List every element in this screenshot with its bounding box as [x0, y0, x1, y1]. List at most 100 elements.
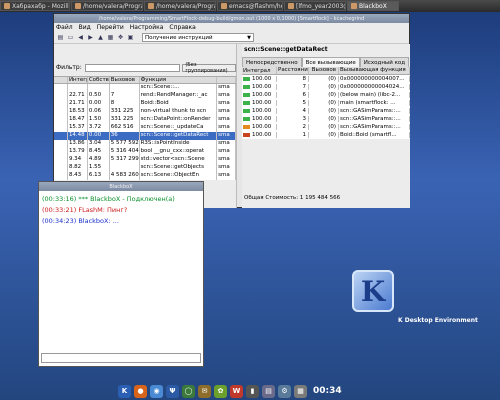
- folder-icon: [75, 3, 81, 9]
- message-input[interactable]: [41, 353, 201, 363]
- kmenu-icon[interactable]: K: [118, 384, 131, 398]
- table-row[interactable]: 9.34 4.89 5 317 299 std::vector<scn::Scene s…: [54, 156, 237, 164]
- table-row[interactable]: 18.53 0.06 331 225 non-virtual thunk to scn…: [54, 108, 237, 116]
- tab-all-callers[interactable]: Все вызывающие: [301, 57, 360, 67]
- filter-row: Фильтр: (Без группирования): [54, 62, 236, 74]
- table-row[interactable]: 100.00 4 (0) scn::GASimParams::...: [242, 107, 410, 115]
- menu-file[interactable]: Файл: [56, 24, 73, 31]
- taskbar-task[interactable]: [lfmo_year2003@conf: [284, 1, 346, 11]
- up-icon[interactable]: ▲: [96, 33, 105, 42]
- fork-icon[interactable]: Ψ: [166, 384, 179, 398]
- table-cell: 8: [277, 76, 309, 82]
- table-row[interactable]: 21.71 0.00 8 Boid::Boid sma: [54, 100, 237, 108]
- table-row[interactable]: 8.43 6.13 4 583 260 scn::Scene::ObjectEn sma: [54, 172, 237, 180]
- taskbar-task[interactable]: Хабрахабр - Mozilla Fir: [0, 1, 70, 11]
- col-header-distance[interactable]: Расстояние: [277, 67, 309, 74]
- tab-source[interactable]: Исходный код: [359, 57, 410, 67]
- back-icon[interactable]: ◀: [76, 33, 85, 42]
- clock[interactable]: 00:34: [313, 386, 342, 396]
- table-cell: 1: [277, 132, 309, 138]
- menu-go[interactable]: Перейти: [97, 24, 124, 31]
- table-row[interactable]: 100.00 2 (0) scn::GASimParams::...: [242, 123, 410, 131]
- caller-table-body: 100.00 8 (0) 0x000000000004007... 100.00 7 (0)…: [242, 75, 410, 139]
- filter-input[interactable]: [84, 63, 181, 72]
- table-row[interactable]: 15.37 3.72 662 516 scn::Scene::_updateCa sma: [54, 124, 237, 132]
- table-cell: 0x000000000004024...: [339, 84, 410, 90]
- layout-icon[interactable]: ▦: [106, 33, 115, 42]
- col-header-integral[interactable]: Интеграл: [242, 67, 277, 74]
- folder-icon[interactable]: ▭: [66, 33, 75, 42]
- col-header-self[interactable]: Собств: [88, 77, 110, 83]
- taskbar-task[interactable]: BlackboX: [347, 1, 399, 11]
- col-header-function[interactable]: Функция: [140, 77, 218, 83]
- open-icon[interactable]: ▤: [56, 33, 65, 42]
- detail-tabs: Непосредственно Все вызывающие Исходный …: [242, 57, 410, 67]
- settings-icon[interactable]: ⚙: [278, 384, 291, 398]
- move-icon[interactable]: ✥: [116, 33, 125, 42]
- table-cell: (0): [309, 108, 339, 114]
- table-cell: scn::GASimParams::...: [339, 116, 410, 122]
- menu-help[interactable]: Справка: [169, 24, 195, 31]
- blackbox-title[interactable]: BlackboX: [39, 182, 203, 191]
- table-cell: [54, 156, 68, 164]
- table-cell: sma: [217, 108, 237, 116]
- table-cell: 100.00: [242, 132, 277, 138]
- taskbar-task[interactable]: emacs@flashm/home: [217, 1, 283, 11]
- table-row[interactable]: 100.00 5 (0) main (smartflock: ...: [242, 99, 410, 107]
- forward-icon[interactable]: ▶: [86, 33, 95, 42]
- table-cell: 0.06: [88, 108, 110, 116]
- table-row[interactable]: 100.00 1 (0) Boid::Boid (smartfl...: [242, 131, 410, 139]
- table-row[interactable]: 100.00 6 (0) (below main) (libc-2...: [242, 91, 410, 99]
- window-title[interactable]: /home/valera/Programming/SmartFlock-debu…: [54, 14, 409, 23]
- table-row[interactable]: 100.00 3 (0) scn::GASimParams::...: [242, 115, 410, 123]
- table-row[interactable]: 100.00 7 (0) 0x000000000004024...: [242, 83, 410, 91]
- table-cell: (0): [309, 92, 339, 98]
- table-row[interactable]: 8.82 1.55 scn::Scene::getObjects sma: [54, 164, 237, 172]
- chat-icon[interactable]: ✿: [214, 384, 227, 398]
- menu-settings[interactable]: Настройка: [130, 24, 164, 31]
- workspace-icon[interactable]: ▦: [294, 384, 307, 398]
- table-cell: scn::Scene::_updateCa: [140, 124, 218, 132]
- table-row[interactable]: 14.48 0.00 36 scn::Scene::getDataRect sma: [54, 132, 237, 140]
- table-cell: 100.00: [242, 124, 277, 130]
- event-type-combo[interactable]: Получение инструкций ▼: [142, 33, 254, 42]
- terminal-icon[interactable]: ▮: [246, 384, 259, 398]
- col-header-location[interactable]: [217, 77, 237, 83]
- taskbar-task[interactable]: /home/valera/Program: [71, 1, 143, 11]
- status-bar: Общая Стоимость: 1 195 484 566: [244, 195, 341, 201]
- col-header-inclusive[interactable]: Интегра: [68, 77, 88, 83]
- table-cell: std::vector<scn::Scene: [140, 156, 218, 164]
- browser-icon[interactable]: ◉: [150, 384, 163, 398]
- table-cell: [54, 164, 68, 172]
- search-icon[interactable]: ◯: [182, 384, 195, 398]
- zoom-icon[interactable]: ▣: [126, 33, 135, 42]
- table-cell: non-virtual thunk to scn: [140, 108, 218, 116]
- cost-value: 100.00: [252, 116, 272, 122]
- chat-log: (00:33:16) *** BlackboX - Подключен(а) (0…: [39, 191, 203, 230]
- table-cell: bool __gnu_cxx::operat: [140, 148, 218, 156]
- grouping-button[interactable]: (Без группирования): [182, 62, 236, 74]
- table-row[interactable]: 22.71 0.50 7 rend::RendManager::_ac sma: [54, 92, 237, 100]
- mail-icon[interactable]: ✉: [198, 384, 211, 398]
- table-row[interactable]: 13.79 8.45 5 316 404 bool __gnu_cxx::operat…: [54, 148, 237, 156]
- table-cell: 8.43: [68, 172, 88, 180]
- table-cell: 331 225: [110, 116, 140, 124]
- table-row[interactable]: 100.00 8 (0) 0x000000000004007...: [242, 75, 410, 83]
- table-cell: (0): [309, 76, 339, 82]
- files-icon[interactable]: ▤: [262, 384, 275, 398]
- table-cell: [54, 148, 68, 156]
- col-header-callers-calls[interactable]: Вызовов: [309, 67, 339, 74]
- table-row[interactable]: scn::Scene::... sma: [54, 84, 237, 92]
- firefox-icon[interactable]: ●: [134, 384, 147, 398]
- tab-direct[interactable]: Непосредственно: [242, 57, 302, 67]
- table-cell: (below main) (libc-2...: [339, 92, 410, 98]
- docs-icon[interactable]: W: [230, 384, 243, 398]
- col-header-marker[interactable]: [54, 77, 68, 83]
- table-row[interactable]: 13.86 3.04 5 577 592 R3S::isPointInside sma: [54, 140, 237, 148]
- menu-view[interactable]: Вид: [79, 24, 91, 31]
- table-cell: 662 516: [110, 124, 140, 132]
- col-header-calls[interactable]: Вызовов: [110, 77, 140, 83]
- table-row[interactable]: 18.47 1.50 331 225 scn::DataPoint::onRender…: [54, 116, 237, 124]
- col-header-caller[interactable]: Вызывающая функция: [339, 67, 410, 74]
- taskbar-task[interactable]: /home/valera/Program: [144, 1, 216, 11]
